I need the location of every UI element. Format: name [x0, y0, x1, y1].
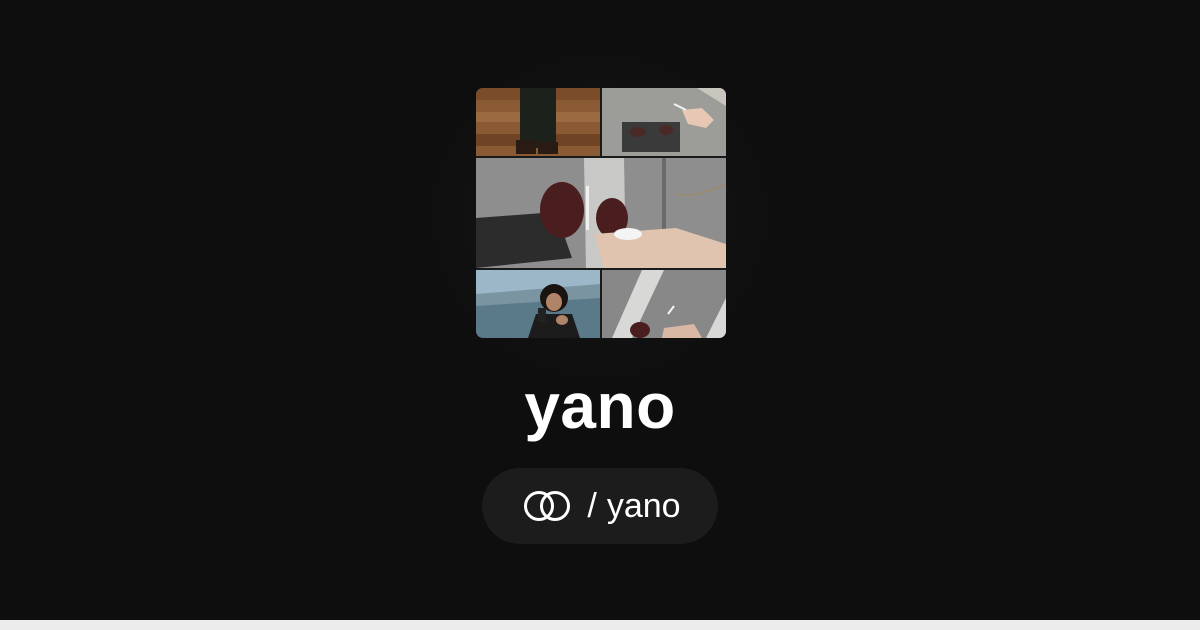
- collage-photo-concrete-hand: [602, 88, 726, 156]
- profile-display-name: yano: [524, 370, 676, 442]
- collage-photo-shoes-pavement: [476, 158, 726, 268]
- collage-photo-wood-floor: [476, 88, 600, 156]
- collage-photo-selfie: [476, 270, 600, 338]
- collage-photo-road-stripe: [602, 270, 726, 338]
- profile-handle-button[interactable]: / yano: [482, 468, 718, 544]
- handle-separator: /: [587, 486, 597, 525]
- linked-rings-icon: [524, 491, 571, 521]
- profile-card: yano / yano: [0, 0, 1200, 630]
- profile-handle: yano: [606, 486, 681, 525]
- profile-avatar: [476, 88, 726, 338]
- bottom-edge-strip: [0, 620, 1200, 630]
